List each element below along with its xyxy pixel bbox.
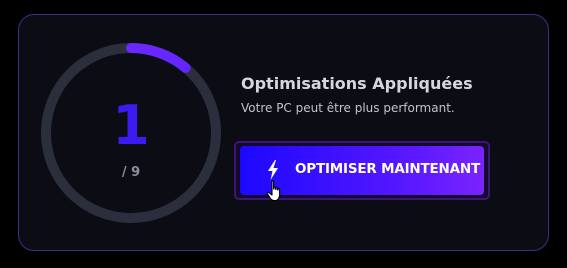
optimize-button-label: OPTIMISER MAINTENANT	[295, 161, 480, 177]
progress-ring: 1 / 9	[40, 42, 222, 224]
applied-count: 1	[112, 94, 150, 157]
optimization-card: 1 / 9 Optimisations Appliquées Votre PC …	[18, 14, 549, 251]
hand-pointer-cursor-icon	[266, 180, 281, 202]
lightning-bolt-icon	[268, 160, 278, 180]
card-title: Optimisations Appliquées	[241, 74, 473, 93]
total-count: / 9	[121, 165, 141, 180]
card-subtitle: Votre PC peut être plus performant.	[241, 101, 455, 115]
